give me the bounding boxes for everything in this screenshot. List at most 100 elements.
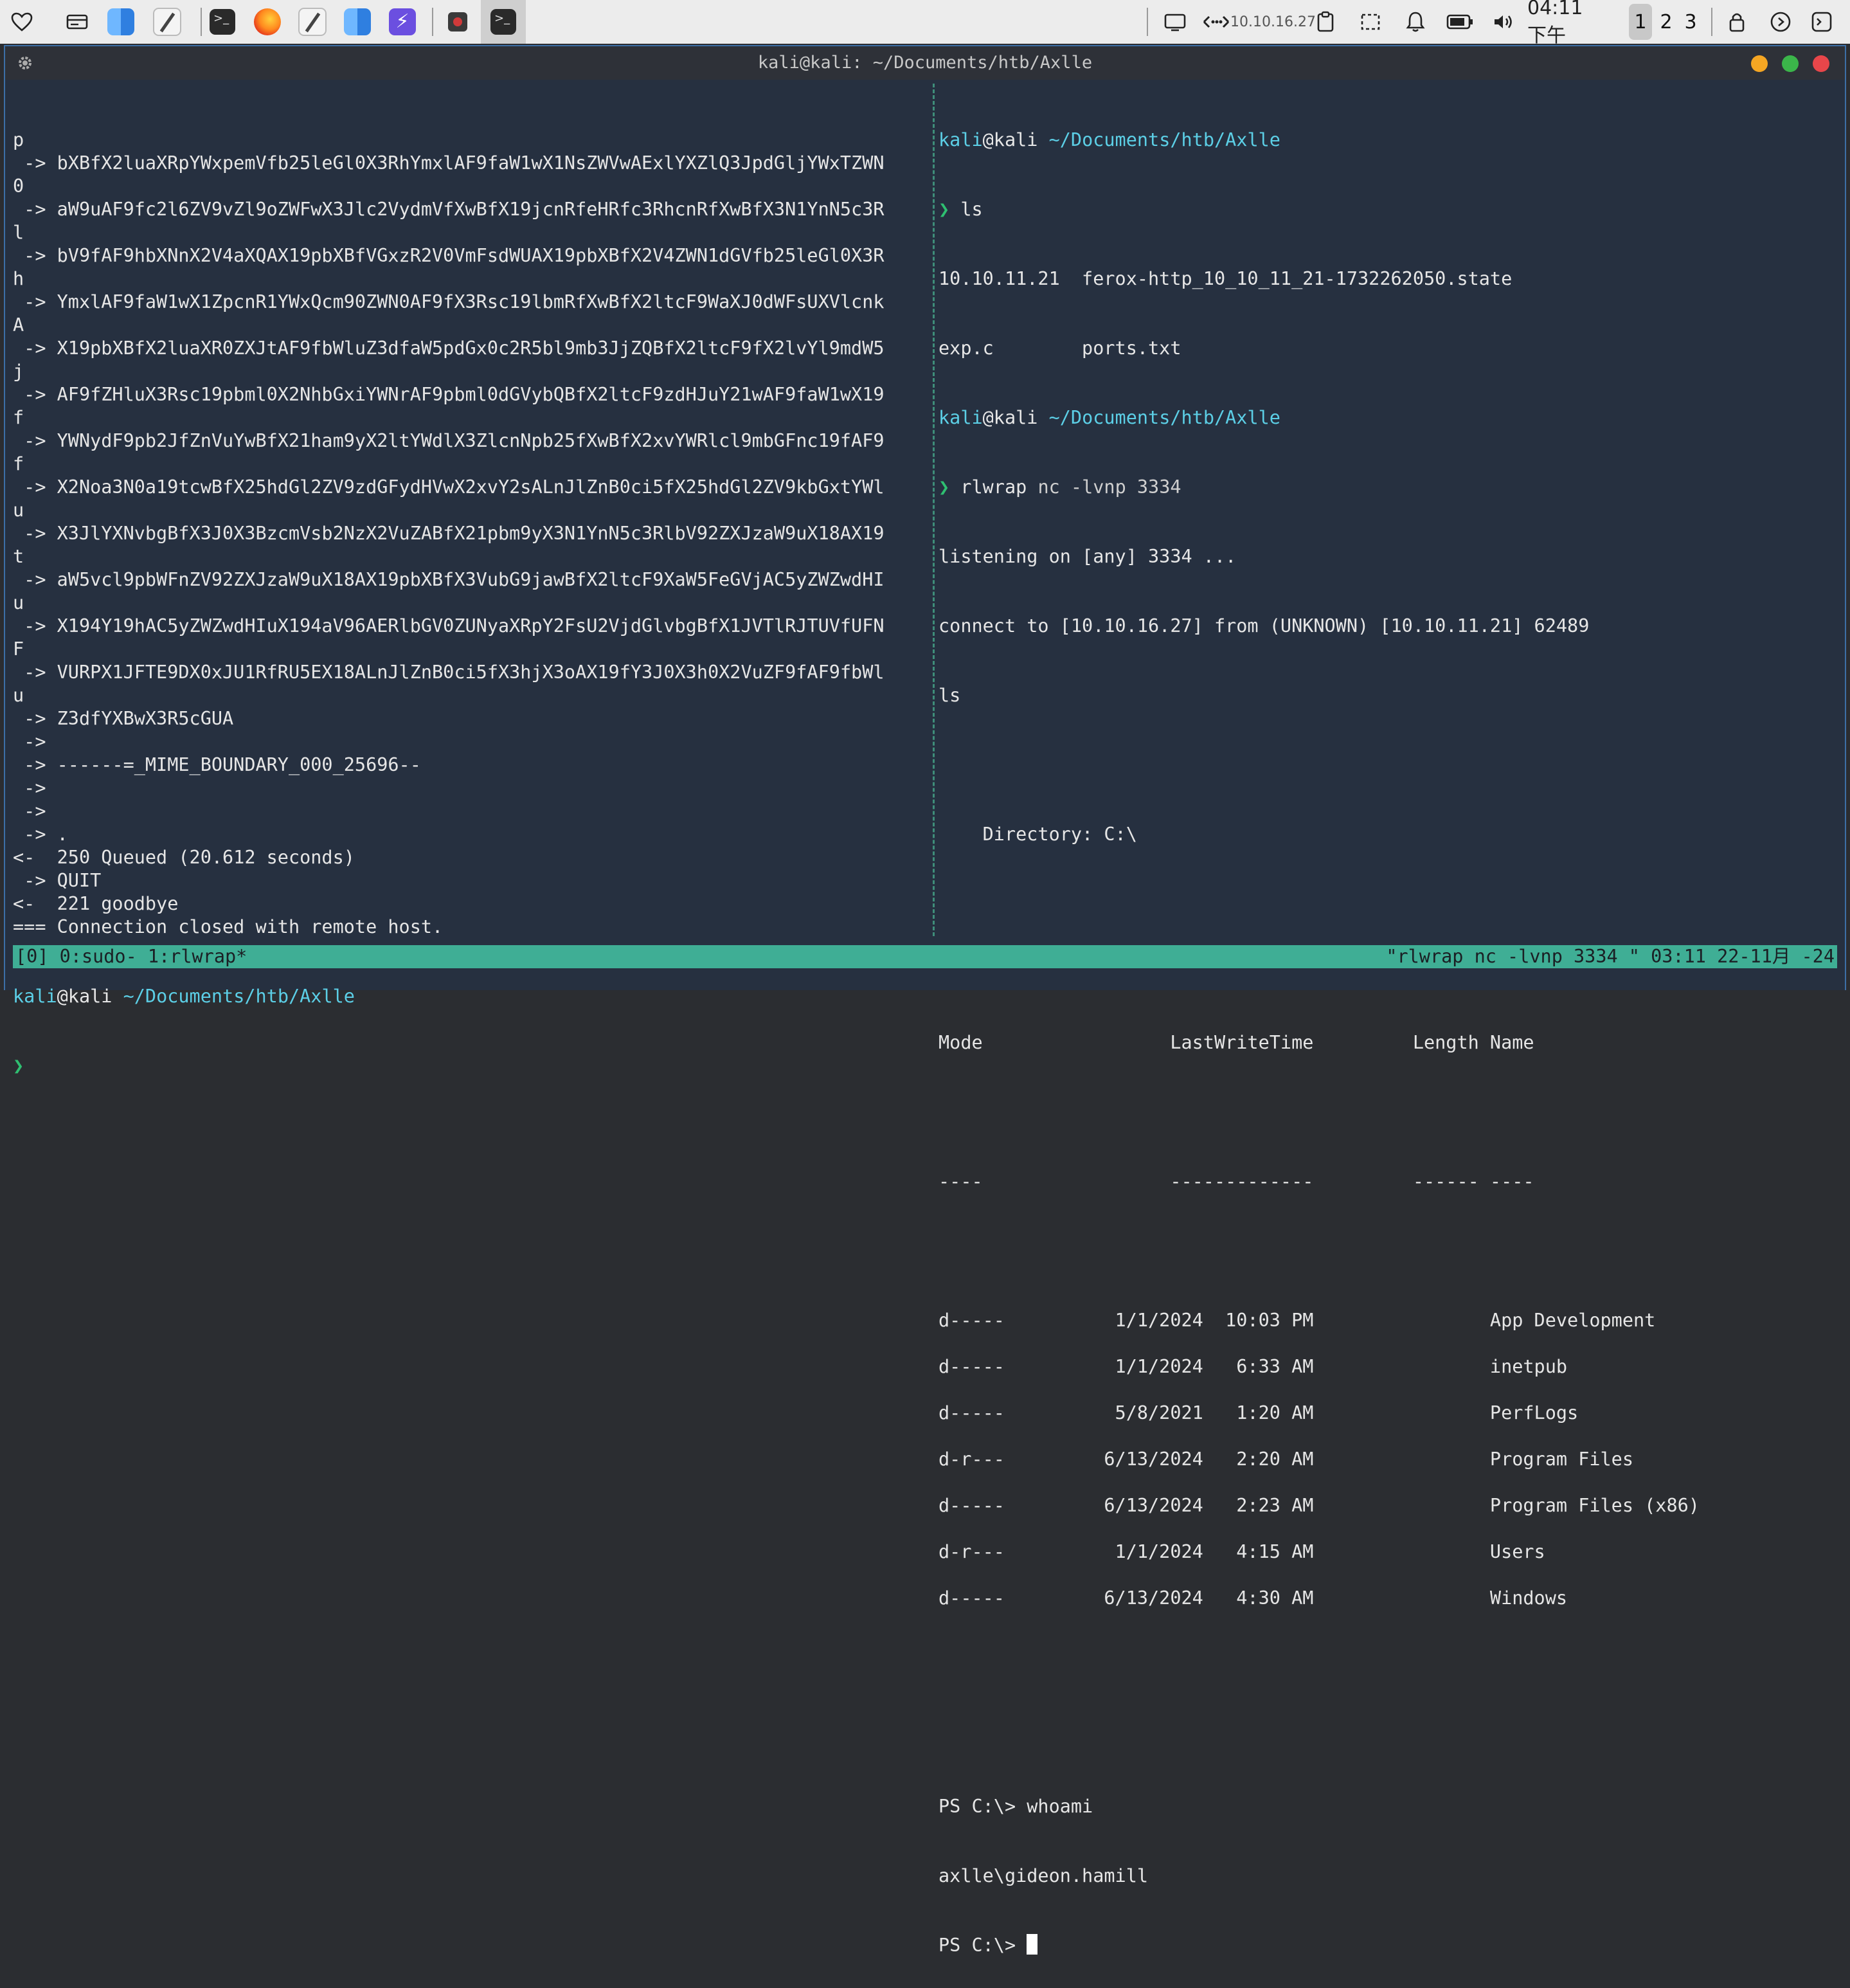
- workspace-3[interactable]: 3: [1680, 0, 1701, 44]
- output-line: -> X3JlYXNvbgBfX3J0X3BzcmVsb2NzX2VuZABfX…: [13, 523, 885, 544]
- output-line: ->: [13, 777, 46, 799]
- output-line: u: [13, 685, 24, 706]
- ls-output-line: exp.c ports.txt: [938, 338, 1181, 359]
- directory-row: d-r--- 1/1/2024 4:15 AM Users: [938, 1541, 1545, 1562]
- maximize-button[interactable]: [1782, 55, 1799, 72]
- bell-icon[interactable]: [1401, 0, 1430, 44]
- terminal-window[interactable]: kali@kali: ~/Documents/htb/Axlle p -> bX…: [4, 45, 1846, 1956]
- output-line: p: [13, 129, 24, 150]
- output-line: -> aW9uAF9fc2l6ZV9vZl9oZWFwX3Jlc2VydmVfX…: [13, 199, 885, 220]
- tmux-window-list[interactable]: [0] 0:sudo- 1:rlwrap*: [15, 945, 247, 968]
- prompt-host: @kali: [982, 407, 1038, 428]
- output-line: -> YmxlAF9faW1wX1ZpcnR1YWxQcm90ZWN0AF9fX…: [13, 291, 885, 312]
- output-line: 0: [13, 176, 24, 197]
- directory-row: d----- 6/13/2024 4:30 AM Windows: [938, 1587, 1568, 1609]
- command-line: ❯ ls: [938, 198, 1838, 221]
- heart-icon[interactable]: [9, 0, 35, 44]
- command-line: ❯ rlwrap nc -lvnp 3334: [938, 476, 1838, 499]
- firefox-icon[interactable]: [252, 0, 283, 44]
- directory-row: d----- 5/8/2021 1:20 AM PerfLogs: [938, 1402, 1579, 1423]
- output-line: -> X194Y19hAC5yZWZwdHIuX194aV96AERlbGV0Z…: [13, 615, 885, 637]
- output-line: -> QUIT: [13, 870, 102, 891]
- whoami-command-line: PS C:\> whoami: [938, 1796, 1093, 1817]
- left-input-line[interactable]: ❯: [13, 1054, 932, 1078]
- output-line: F: [13, 638, 24, 660]
- output-line: -> YWNydF9pb2JfZnVuYwBfX21ham9yX2ltYWdlX…: [13, 430, 885, 451]
- pane-divider[interactable]: [933, 84, 937, 936]
- finder-icon[interactable]: [105, 0, 136, 44]
- text-editor-2-icon[interactable]: [297, 0, 328, 44]
- connect-line: connect to [10.10.16.27] from (UNKNOWN) …: [938, 615, 1590, 637]
- prompt-host: @kali: [982, 129, 1038, 150]
- output-line: u: [13, 500, 24, 521]
- left-pane-output: p -> bXBfX2luaXRpYWxpemVfb25leGl0X3RhYmx…: [13, 129, 932, 939]
- terminal-launcher-icon[interactable]: >_: [207, 0, 238, 44]
- output-line: -> X2Noa3N0a19tcwBfX25hdGl2ZV9zdGFydHVwX…: [13, 476, 885, 498]
- lock-icon[interactable]: [1723, 0, 1751, 44]
- terminal-area[interactable]: p -> bXBfX2luaXRpYWxpemVfb25leGl0X3RhYmx…: [5, 81, 1845, 1956]
- workspace-1[interactable]: 1: [1629, 4, 1652, 40]
- right-pane[interactable]: kali@kali ~/Documents/htb/Axlle ❯ ls 10.…: [938, 82, 1838, 1988]
- prompt-path: ~/Documents/htb/Axlle: [1048, 407, 1280, 428]
- text-cursor: [1027, 1934, 1038, 1955]
- output-line: h: [13, 268, 24, 289]
- command-rlwrap: rlwrap: [960, 476, 1027, 498]
- workspace-2[interactable]: 2: [1656, 0, 1676, 44]
- directory-listing: d----- 1/1/2024 10:03 PM App Development…: [938, 1309, 1838, 1610]
- finder-2-icon[interactable]: [342, 0, 373, 44]
- tmux-status-bar[interactable]: [0] 0:sudo- 1:rlwrap* "rlwrap nc -lvnp 3…: [13, 945, 1837, 968]
- clipboard-icon[interactable]: [1311, 0, 1340, 44]
- title-bar[interactable]: kali@kali: ~/Documents/htb/Axlle: [5, 46, 1845, 80]
- output-line: j: [13, 361, 24, 382]
- panel-separator: [432, 8, 433, 36]
- output-line: -> bXBfX2luaXRpYWxpemVfb25leGl0X3RhYmxlA…: [13, 152, 885, 174]
- output-line: ->: [13, 731, 46, 752]
- minimize-button[interactable]: [1751, 55, 1768, 72]
- prompt-arrow: ❯: [938, 199, 950, 220]
- listing-header: Mode LastWriteTime Length Name: [938, 1032, 1534, 1053]
- volume-icon[interactable]: [1490, 0, 1518, 44]
- left-prompt-line: kali@kali ~/Documents/htb/Axlle: [13, 985, 932, 1008]
- output-line: f: [13, 407, 24, 428]
- output-line: -> Z3dfYXBwX3R5cGUA: [13, 708, 234, 729]
- output-line: <- 250 Queued (20.612 seconds): [13, 847, 355, 868]
- app-window-icon[interactable]: [442, 0, 473, 44]
- ps-prompt: PS C:\>: [938, 1935, 1027, 1956]
- output-line: -> AF9fZHluX3Rsc19pbml0X2NhbGxiYWNrAF9pb…: [13, 384, 885, 405]
- output-line: === Connection closed with remote host.: [13, 916, 444, 937]
- clock[interactable]: 04:11 下午: [1527, 0, 1604, 47]
- play-circle-icon[interactable]: [1766, 0, 1795, 44]
- active-input-line[interactable]: PS C:\>: [938, 1934, 1838, 1957]
- battery-icon[interactable]: [1444, 0, 1476, 44]
- drive-icon[interactable]: [62, 0, 93, 44]
- bolt-app-icon[interactable]: ⚡: [387, 0, 418, 44]
- screen-icon[interactable]: [1161, 0, 1189, 44]
- close-button[interactable]: [1813, 55, 1829, 72]
- tmux-status-right: "rlwrap nc -lvnp 3334 " 03:11 22-11月 -24: [1386, 946, 1835, 967]
- command-args: nc -lvnp 3334: [1027, 476, 1181, 498]
- network-icon[interactable]: [1198, 0, 1234, 44]
- active-terminal-icon[interactable]: >_: [481, 0, 526, 44]
- output-line: A: [13, 314, 24, 336]
- output-line: -> .: [13, 824, 68, 845]
- output-line: l: [13, 222, 24, 243]
- screenshot-icon[interactable]: [1356, 0, 1385, 44]
- directory-row: d----- 1/1/2024 6:33 AM inetpub: [938, 1356, 1568, 1377]
- text-editor-icon[interactable]: [152, 0, 183, 44]
- output-line: <- 221 goodbye: [13, 893, 179, 914]
- output-line: -> bV9fAF9hbXNnX2V4aXQAX19pbXBfVGxzR2V0V…: [13, 245, 885, 266]
- terminal-tray-icon[interactable]: [1808, 0, 1836, 44]
- prompt-user: kali: [938, 407, 983, 428]
- prompt-path: ~/Documents/htb/Axlle: [123, 986, 355, 1007]
- ls-output-line: 10.10.11.21 ferox-http_10_10_11_21-17322…: [938, 268, 1513, 289]
- output-line: u: [13, 592, 24, 613]
